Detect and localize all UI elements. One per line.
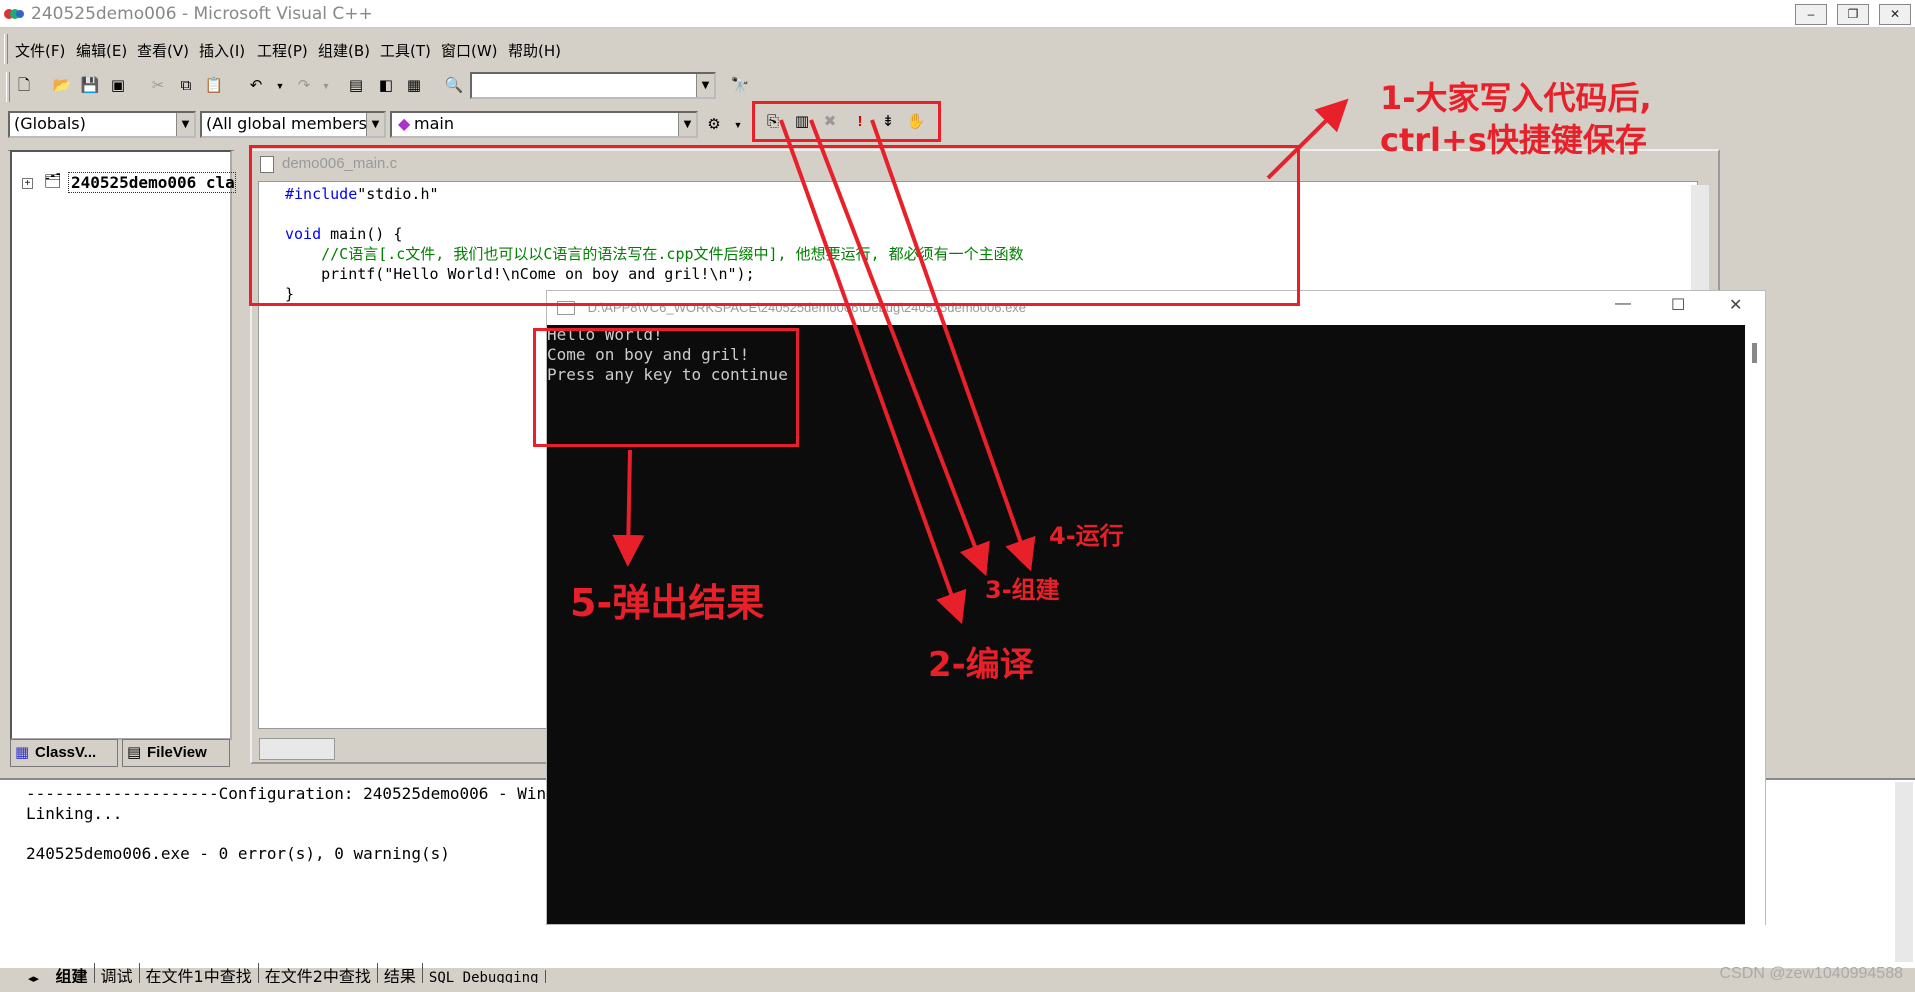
arrow-compile [779,119,967,625]
step5-label: 5-弹出结果 [570,581,765,625]
step3-label: 3-组建 [985,576,1060,604]
step4-label: 4-运行 [1049,522,1124,550]
arrow-result [612,449,645,567]
step1-note-line2: ctrl+s快捷键保存 [1380,121,1647,159]
step1-note-line1: 1-大家写入代码后, [1380,79,1652,117]
vc6-ide-window: 240525demo006 - Microsoft Visual C++ – ❐… [0,0,1915,992]
step2-label: 2-编译 [928,645,1034,685]
arrow-to-step1 [1266,98,1349,180]
